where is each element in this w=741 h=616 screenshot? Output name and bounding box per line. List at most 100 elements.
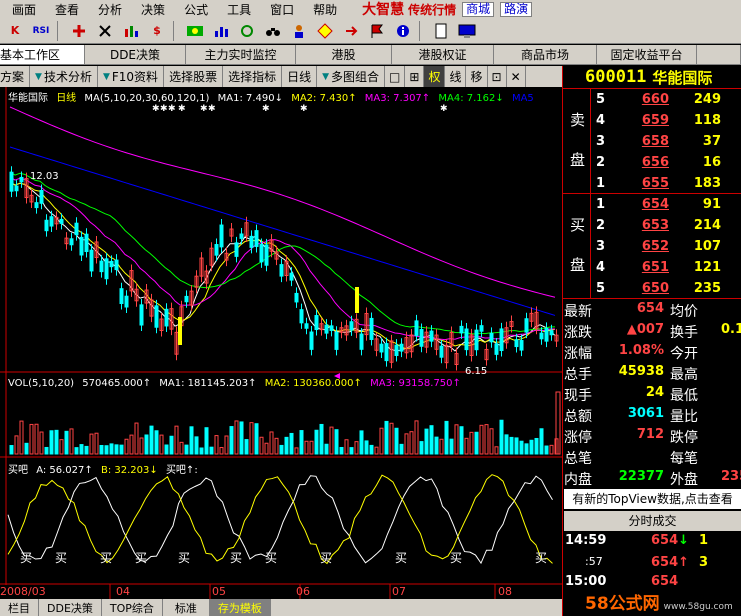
- roadshow-button[interactable]: 路演: [500, 1, 533, 17]
- bar-icon[interactable]: [210, 20, 232, 42]
- bid-row[interactable]: 4 651 121: [591, 260, 741, 281]
- candle-body: [119, 288, 124, 304]
- candle-body: [74, 222, 79, 236]
- status-tab-dde[interactable]: DDE决策: [39, 599, 102, 616]
- ask-row[interactable]: 3 658 37: [591, 134, 741, 155]
- menu-item-analysis[interactable]: 分析: [86, 1, 129, 18]
- arrow-icon[interactable]: [340, 20, 362, 42]
- money-icon[interactable]: [184, 20, 206, 42]
- quote-panel: 600011 华能国际 卖 盘 5 660 249 4 659 118 3 658 37 2…: [562, 66, 741, 616]
- candle-body: [519, 340, 524, 351]
- info-icon[interactable]: [392, 20, 414, 42]
- flag-icon[interactable]: [366, 20, 388, 42]
- candle-body: [329, 325, 334, 331]
- select-stock-button[interactable]: 选择股票: [164, 66, 224, 87]
- tab-hk-stocks[interactable]: 港股: [296, 45, 392, 65]
- grid-icon[interactable]: ⊞: [405, 66, 425, 87]
- tab-commodities[interactable]: 商品市场: [494, 45, 597, 65]
- diamond-icon[interactable]: [314, 20, 336, 42]
- status-tab-column[interactable]: 栏目: [0, 599, 39, 616]
- scheme-button[interactable]: 方案: [0, 66, 31, 87]
- signal-candle: [178, 317, 182, 345]
- status-tab-standard[interactable]: 标准: [163, 599, 210, 616]
- buy-signal-label: 买: [55, 551, 67, 565]
- menu-item-look[interactable]: 查看: [43, 1, 86, 18]
- multi-chart-dropdown[interactable]: 多图组合: [317, 66, 386, 87]
- candle-body: [264, 244, 269, 266]
- monitor-icon[interactable]: [456, 20, 478, 42]
- close-icon[interactable]: ✕: [507, 66, 526, 87]
- person-icon[interactable]: [288, 20, 310, 42]
- maximize-icon[interactable]: ⊡: [488, 66, 507, 87]
- candle-body: [324, 324, 329, 334]
- volume-bar: [474, 431, 479, 455]
- rsi-icon[interactable]: RSI: [30, 20, 52, 42]
- binoculars-icon[interactable]: [262, 20, 284, 42]
- chart-icon[interactable]: [120, 20, 142, 42]
- buy-signal-label: 买: [320, 551, 332, 565]
- move-button[interactable]: 移: [466, 66, 488, 87]
- price-low-label: 6.15: [465, 366, 488, 377]
- multiply-icon[interactable]: [94, 20, 116, 42]
- vol-params-label: VOL(5,10,20): [8, 378, 75, 389]
- menu-item-view[interactable]: 画面: [0, 1, 43, 18]
- rights-button[interactable]: 权: [424, 66, 446, 87]
- daily-button[interactable]: 日线: [282, 66, 318, 87]
- axis-month-label: 04: [116, 585, 130, 598]
- select-indicator-button[interactable]: 选择指标: [223, 66, 283, 87]
- kline-icon[interactable]: K: [4, 20, 26, 42]
- tab-dde[interactable]: DDE决策: [85, 45, 186, 65]
- volume-bar: [159, 434, 164, 455]
- status-tab-top[interactable]: TOP综合: [102, 599, 163, 616]
- document-icon[interactable]: [430, 20, 452, 42]
- tab-hk-warrants[interactable]: 港股权证: [392, 45, 494, 65]
- ask-row[interactable]: 2 656 16: [591, 155, 741, 176]
- volume-bar: [349, 447, 354, 455]
- menu-item-window[interactable]: 窗口: [258, 1, 301, 18]
- stat-row: 内盘 22377 外盘 235: [563, 469, 741, 490]
- ask-row[interactable]: 4 659 118: [591, 113, 741, 134]
- ask-volume: 249: [693, 92, 721, 107]
- add-icon[interactable]: [68, 20, 90, 42]
- mall-button[interactable]: 商城: [462, 1, 495, 17]
- status-tab-save-template[interactable]: 存为模板: [209, 599, 271, 616]
- volume-bar: [39, 431, 44, 455]
- stat-value: 654: [636, 301, 664, 316]
- trade-time: 14:59: [565, 533, 607, 548]
- candle-body: [219, 224, 224, 248]
- tab-fixed-income[interactable]: 固定收益平台: [597, 45, 697, 65]
- tech-analysis-dropdown[interactable]: 技术分析: [30, 66, 98, 87]
- vol-value: 570465.000↑: [82, 378, 152, 389]
- line-button[interactable]: 线: [445, 66, 467, 87]
- menu-item-help[interactable]: 帮助: [301, 1, 344, 18]
- volume-bar: [239, 421, 244, 455]
- dollar-icon[interactable]: $: [146, 20, 168, 42]
- menu-item-formula[interactable]: 公式: [172, 1, 215, 18]
- tab-extra[interactable]: [697, 45, 741, 65]
- window-icon[interactable]: □: [385, 66, 406, 87]
- volume-bar: [374, 446, 379, 455]
- bid-row[interactable]: 3 652 107: [591, 239, 741, 260]
- menu-item-tools[interactable]: 工具: [215, 1, 258, 18]
- volume-bar: [194, 436, 199, 455]
- chart-canvas[interactable]: 买买买买买买买买买买买✱ ✱ ✱ ✱ ✱ ✱ ✱ ✱ ✱: [0, 87, 562, 599]
- kline-chart-area[interactable]: 买买买买买买买买买买买 ✱ ✱ ✱ ✱ ✱ ✱ ✱ ✱ ✱ 华能国际 日线 MA(5,10,20,…: [0, 87, 562, 599]
- bid-row[interactable]: 1 654 91: [591, 197, 741, 218]
- ask-row[interactable]: 5 660 249: [591, 92, 741, 113]
- trade-volume: 1: [699, 533, 709, 548]
- refresh-icon[interactable]: [236, 20, 258, 42]
- bid-row[interactable]: 2 653 214: [591, 218, 741, 239]
- event-star-icon: ✱: [440, 104, 448, 114]
- volume-bar: [164, 444, 169, 455]
- toolbar-separator: [419, 20, 425, 41]
- stat-label: 换手: [670, 325, 698, 341]
- volume-bar: [344, 439, 349, 455]
- topview-notice[interactable]: 有新的TopView数据,点击查看: [564, 489, 741, 509]
- menu-item-decision[interactable]: 决策: [129, 1, 172, 18]
- tab-workspace[interactable]: 基本工作区: [0, 45, 85, 65]
- stat-value: ▲007: [626, 322, 664, 337]
- tab-main-monitor[interactable]: 主力实时监控: [186, 45, 296, 65]
- volume-bar: [449, 438, 454, 455]
- f10-dropdown[interactable]: F10资料: [98, 66, 165, 87]
- volume-bar: [519, 440, 524, 455]
